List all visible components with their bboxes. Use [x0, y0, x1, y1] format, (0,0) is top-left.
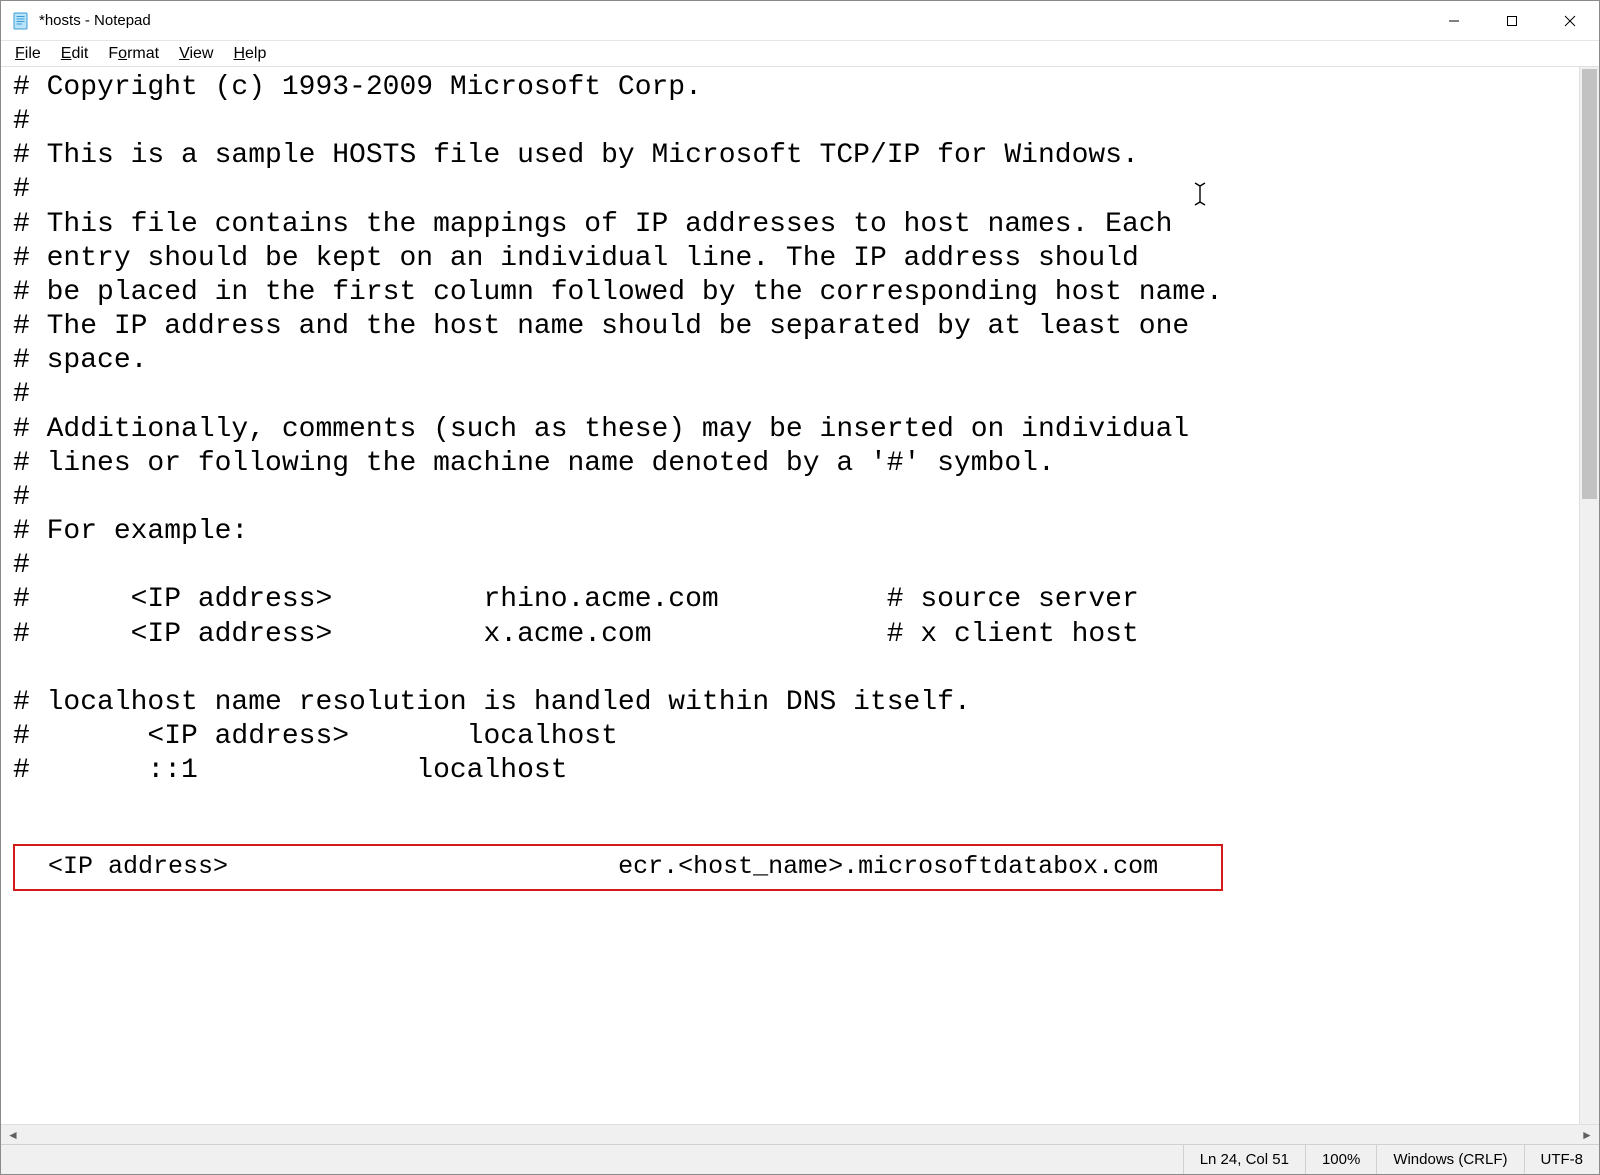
text-line: # <IP address> x.acme.com # x client hos…: [13, 619, 1139, 650]
highlighted-entry: <IP address> ecr.<host_name>.microsoftda…: [13, 844, 1223, 891]
window-title: *hosts - Notepad: [39, 12, 1425, 29]
text-line: # Additionally, comments (such as these)…: [13, 414, 1189, 445]
text-line: # entry should be kept on an individual …: [13, 243, 1139, 274]
text-line: # Copyright (c) 1993-2009 Microsoft Corp…: [13, 72, 702, 103]
text-line: # <IP address> localhost: [13, 721, 618, 752]
vertical-scrollbar[interactable]: [1579, 67, 1599, 1124]
scroll-left-icon[interactable]: ◄: [5, 1127, 21, 1143]
menu-view[interactable]: View: [169, 43, 223, 65]
notepad-window: *hosts - Notepad File Edit Format View H…: [0, 0, 1600, 1175]
maximize-button[interactable]: [1483, 1, 1541, 40]
title-bar: *hosts - Notepad: [1, 1, 1599, 41]
status-bar: Ln 24, Col 51 100% Windows (CRLF) UTF-8: [1, 1144, 1599, 1174]
menu-file[interactable]: File: [5, 43, 51, 65]
editor-area: # Copyright (c) 1993-2009 Microsoft Corp…: [1, 67, 1599, 1124]
scroll-right-icon[interactable]: ►: [1579, 1127, 1595, 1143]
menu-help[interactable]: Help: [223, 43, 276, 65]
text-line: # This file contains the mappings of IP …: [13, 209, 1172, 240]
text-line: # This is a sample HOSTS file used by Mi…: [13, 140, 1139, 171]
text-editor[interactable]: # Copyright (c) 1993-2009 Microsoft Corp…: [1, 67, 1579, 1124]
notepad-app-icon: [11, 11, 31, 31]
status-encoding: UTF-8: [1524, 1145, 1600, 1174]
menu-edit[interactable]: Edit: [51, 43, 99, 65]
minimize-button[interactable]: [1425, 1, 1483, 40]
text-line: # ::1 localhost: [13, 755, 568, 786]
status-line-ending: Windows (CRLF): [1376, 1145, 1523, 1174]
menu-bar: File Edit Format View Help: [1, 41, 1599, 67]
text-line: # For example:: [13, 516, 248, 547]
status-zoom: 100%: [1305, 1145, 1376, 1174]
text-line: # localhost name resolution is handled w…: [13, 687, 971, 718]
window-controls: [1425, 1, 1599, 40]
text-line: # lines or following the machine name de…: [13, 448, 1055, 479]
text-line: # be placed in the first column followed…: [13, 277, 1223, 308]
menu-format[interactable]: Format: [98, 43, 169, 65]
text-line: #: [13, 174, 30, 205]
text-line: # The IP address and the host name shoul…: [13, 311, 1189, 342]
text-line: #: [13, 482, 30, 513]
text-line: # <IP address> rhino.acme.com # source s…: [13, 584, 1139, 615]
text-line: #: [13, 379, 30, 410]
close-button[interactable]: [1541, 1, 1599, 40]
status-cursor-position: Ln 24, Col 51: [1183, 1145, 1305, 1174]
text-line: # space.: [13, 345, 147, 376]
text-line: #: [13, 106, 30, 137]
horizontal-scrollbar[interactable]: ◄ ►: [1, 1124, 1599, 1144]
scrollbar-thumb[interactable]: [1582, 69, 1597, 499]
text-line: #: [13, 550, 30, 581]
